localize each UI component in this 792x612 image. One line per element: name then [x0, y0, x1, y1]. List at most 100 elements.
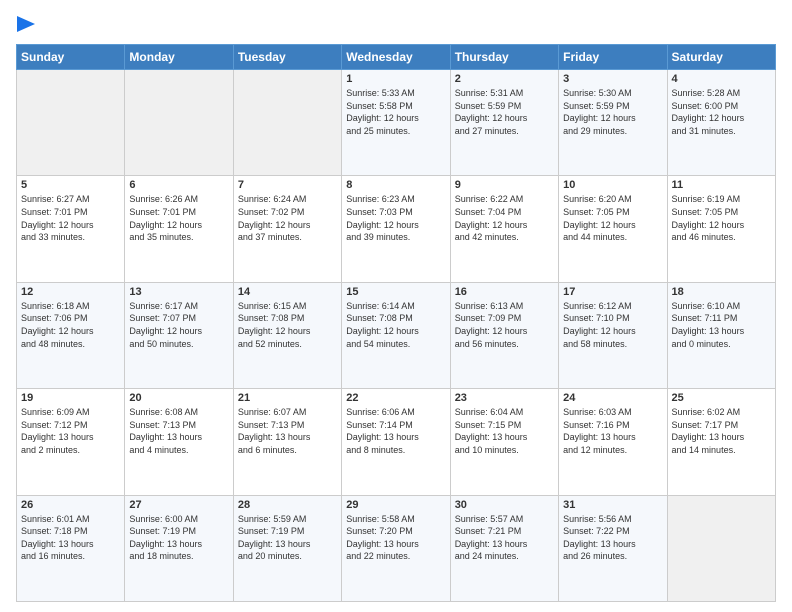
calendar-cell: 10 Sunrise: 6:20 AM Sunset: 7:05 PM Dayli… — [559, 176, 667, 282]
cell-content: Sunrise: 6:14 AM Sunset: 7:08 PM Dayligh… — [346, 300, 445, 350]
calendar-cell: 24 Sunrise: 6:03 AM Sunset: 7:16 PM Dayli… — [559, 389, 667, 495]
day-number: 20 — [129, 392, 228, 404]
week-row-1: 1 Sunrise: 5:33 AM Sunset: 5:58 PM Daylig… — [17, 70, 776, 176]
cell-content: Sunrise: 6:26 AM Sunset: 7:01 PM Dayligh… — [129, 193, 228, 243]
day-number: 2 — [455, 73, 554, 85]
cell-content: Sunrise: 6:17 AM Sunset: 7:07 PM Dayligh… — [129, 300, 228, 350]
cell-content: Sunrise: 6:02 AM Sunset: 7:17 PM Dayligh… — [672, 406, 771, 456]
weekday-header-row: SundayMondayTuesdayWednesdayThursdayFrid… — [17, 45, 776, 70]
day-number: 3 — [563, 73, 662, 85]
day-number: 9 — [455, 179, 554, 191]
day-number: 24 — [563, 392, 662, 404]
calendar-cell: 13 Sunrise: 6:17 AM Sunset: 7:07 PM Dayli… — [125, 282, 233, 388]
cell-content: Sunrise: 5:30 AM Sunset: 5:59 PM Dayligh… — [563, 87, 662, 137]
calendar-cell: 5 Sunrise: 6:27 AM Sunset: 7:01 PM Daylig… — [17, 176, 125, 282]
day-number: 8 — [346, 179, 445, 191]
cell-content: Sunrise: 6:23 AM Sunset: 7:03 PM Dayligh… — [346, 193, 445, 243]
week-row-2: 5 Sunrise: 6:27 AM Sunset: 7:01 PM Daylig… — [17, 176, 776, 282]
day-number: 25 — [672, 392, 771, 404]
cell-content: Sunrise: 6:00 AM Sunset: 7:19 PM Dayligh… — [129, 513, 228, 563]
cell-content: Sunrise: 6:07 AM Sunset: 7:13 PM Dayligh… — [238, 406, 337, 456]
day-number: 7 — [238, 179, 337, 191]
cell-content: Sunrise: 6:06 AM Sunset: 7:14 PM Dayligh… — [346, 406, 445, 456]
calendar-cell: 26Sunrise: 6:01 AM Sunset: 7:18 PM Dayli… — [17, 495, 125, 601]
cell-content: Sunrise: 6:27 AM Sunset: 7:01 PM Dayligh… — [21, 193, 120, 243]
cell-content: Sunrise: 6:08 AM Sunset: 7:13 PM Dayligh… — [129, 406, 228, 456]
calendar-cell: 16 Sunrise: 6:13 AM Sunset: 7:09 PM Dayli… — [450, 282, 558, 388]
day-number: 4 — [672, 73, 771, 85]
header — [16, 16, 776, 38]
calendar-cell: 23 Sunrise: 6:04 AM Sunset: 7:15 PM Dayli… — [450, 389, 558, 495]
calendar-cell: 11 Sunrise: 6:19 AM Sunset: 7:05 PM Dayli… — [667, 176, 775, 282]
cell-content: Sunrise: 5:28 AM Sunset: 6:00 PM Dayligh… — [672, 87, 771, 137]
cell-content: Sunrise: 6:19 AM Sunset: 7:05 PM Dayligh… — [672, 193, 771, 243]
calendar-cell — [667, 495, 775, 601]
day-number: 29 — [346, 499, 445, 511]
calendar-cell: 18 Sunrise: 6:10 AM Sunset: 7:11 PM Dayli… — [667, 282, 775, 388]
day-number: 16 — [455, 286, 554, 298]
day-number: 28 — [238, 499, 337, 511]
day-number: 13 — [129, 286, 228, 298]
day-number: 17 — [563, 286, 662, 298]
weekday-header-thursday: Thursday — [450, 45, 558, 70]
calendar-cell: 17 Sunrise: 6:12 AM Sunset: 7:10 PM Dayli… — [559, 282, 667, 388]
day-number: 27 — [129, 499, 228, 511]
day-number: 18 — [672, 286, 771, 298]
calendar-cell: 21 Sunrise: 6:07 AM Sunset: 7:13 PM Dayli… — [233, 389, 341, 495]
calendar-cell: 14 Sunrise: 6:15 AM Sunset: 7:08 PM Dayli… — [233, 282, 341, 388]
day-number: 22 — [346, 392, 445, 404]
calendar-cell: 19Sunrise: 6:09 AM Sunset: 7:12 PM Dayli… — [17, 389, 125, 495]
day-number: 21 — [238, 392, 337, 404]
day-number: 23 — [455, 392, 554, 404]
calendar-cell: 9Sunrise: 6:22 AM Sunset: 7:04 PM Daylig… — [450, 176, 558, 282]
weekday-header-monday: Monday — [125, 45, 233, 70]
cell-content: Sunrise: 6:03 AM Sunset: 7:16 PM Dayligh… — [563, 406, 662, 456]
cell-content: Sunrise: 6:20 AM Sunset: 7:05 PM Dayligh… — [563, 193, 662, 243]
calendar-cell: 31Sunrise: 5:56 AM Sunset: 7:22 PM Dayli… — [559, 495, 667, 601]
calendar-cell: 29 Sunrise: 5:58 AM Sunset: 7:20 PM Dayli… — [342, 495, 450, 601]
calendar-cell: 2 Sunrise: 5:31 AM Sunset: 5:59 PM Daylig… — [450, 70, 558, 176]
calendar-cell — [17, 70, 125, 176]
cell-content: Sunrise: 5:59 AM Sunset: 7:19 PM Dayligh… — [238, 513, 337, 563]
weekday-header-sunday: Sunday — [17, 45, 125, 70]
cell-content: Sunrise: 6:15 AM Sunset: 7:08 PM Dayligh… — [238, 300, 337, 350]
day-number: 26 — [21, 499, 120, 511]
logo — [16, 16, 36, 38]
calendar-cell: 30 Sunrise: 5:57 AM Sunset: 7:21 PM Dayli… — [450, 495, 558, 601]
cell-content: Sunrise: 5:31 AM Sunset: 5:59 PM Dayligh… — [455, 87, 554, 137]
calendar-cell: 6 Sunrise: 6:26 AM Sunset: 7:01 PM Daylig… — [125, 176, 233, 282]
day-number: 6 — [129, 179, 228, 191]
cell-content: Sunrise: 6:13 AM Sunset: 7:09 PM Dayligh… — [455, 300, 554, 350]
calendar-cell: 12Sunrise: 6:18 AM Sunset: 7:06 PM Dayli… — [17, 282, 125, 388]
week-row-3: 12Sunrise: 6:18 AM Sunset: 7:06 PM Dayli… — [17, 282, 776, 388]
day-number: 30 — [455, 499, 554, 511]
cell-content: Sunrise: 5:58 AM Sunset: 7:20 PM Dayligh… — [346, 513, 445, 563]
cell-content: Sunrise: 5:33 AM Sunset: 5:58 PM Dayligh… — [346, 87, 445, 137]
day-number: 11 — [672, 179, 771, 191]
calendar-cell: 15 Sunrise: 6:14 AM Sunset: 7:08 PM Dayli… — [342, 282, 450, 388]
calendar-cell: 22 Sunrise: 6:06 AM Sunset: 7:14 PM Dayli… — [342, 389, 450, 495]
calendar-cell: 1 Sunrise: 5:33 AM Sunset: 5:58 PM Daylig… — [342, 70, 450, 176]
day-number: 15 — [346, 286, 445, 298]
day-number: 5 — [21, 179, 120, 191]
day-number: 10 — [563, 179, 662, 191]
calendar-cell: 20 Sunrise: 6:08 AM Sunset: 7:13 PM Dayli… — [125, 389, 233, 495]
day-number: 1 — [346, 73, 445, 85]
day-number: 14 — [238, 286, 337, 298]
cell-content: Sunrise: 6:10 AM Sunset: 7:11 PM Dayligh… — [672, 300, 771, 350]
calendar-cell: 27 Sunrise: 6:00 AM Sunset: 7:19 PM Dayli… — [125, 495, 233, 601]
day-number: 31 — [563, 499, 662, 511]
calendar-cell: 4 Sunrise: 5:28 AM Sunset: 6:00 PM Daylig… — [667, 70, 775, 176]
logo-flag-icon — [17, 16, 35, 38]
calendar-cell: 3 Sunrise: 5:30 AM Sunset: 5:59 PM Daylig… — [559, 70, 667, 176]
cell-content: Sunrise: 5:57 AM Sunset: 7:21 PM Dayligh… — [455, 513, 554, 563]
weekday-header-saturday: Saturday — [667, 45, 775, 70]
day-number: 12 — [21, 286, 120, 298]
calendar-cell: 25 Sunrise: 6:02 AM Sunset: 7:17 PM Dayli… — [667, 389, 775, 495]
cell-content: Sunrise: 6:12 AM Sunset: 7:10 PM Dayligh… — [563, 300, 662, 350]
weekday-header-friday: Friday — [559, 45, 667, 70]
week-row-4: 19Sunrise: 6:09 AM Sunset: 7:12 PM Dayli… — [17, 389, 776, 495]
week-row-5: 26Sunrise: 6:01 AM Sunset: 7:18 PM Dayli… — [17, 495, 776, 601]
weekday-header-tuesday: Tuesday — [233, 45, 341, 70]
cell-content: Sunrise: 6:04 AM Sunset: 7:15 PM Dayligh… — [455, 406, 554, 456]
